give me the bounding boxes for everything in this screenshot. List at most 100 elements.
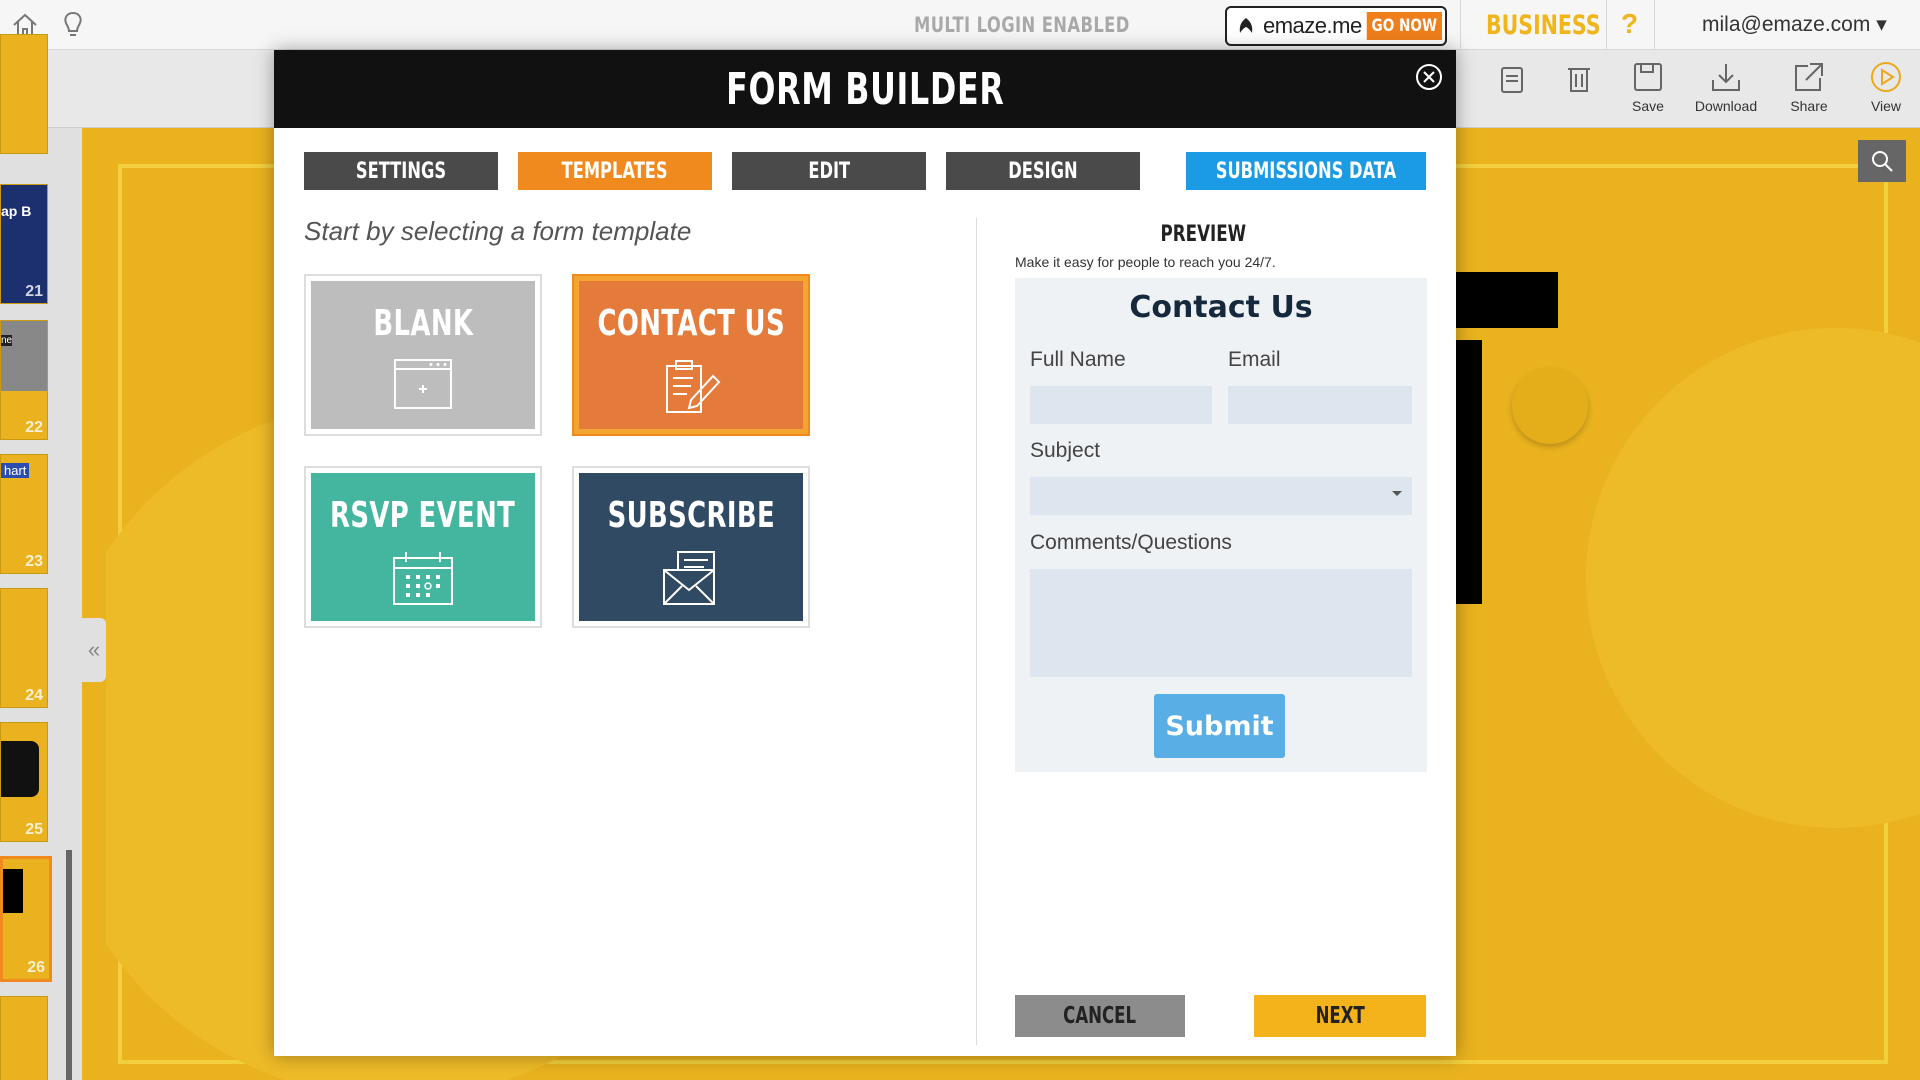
slide-number: 22	[25, 419, 43, 436]
modal-title: FORM BUILDER	[725, 63, 1005, 115]
save-label: Save	[1632, 98, 1664, 114]
magnifier-icon	[1872, 151, 1893, 172]
slide-caption: hart	[1, 463, 30, 478]
play-circle-icon	[1871, 62, 1901, 92]
slide-thumbnail[interactable]: 25	[0, 722, 48, 842]
close-icon	[1423, 71, 1435, 83]
template-card: CONTACT US	[579, 281, 803, 429]
cancel-button[interactable]: CANCEL	[1015, 995, 1185, 1037]
full-name-field	[1030, 386, 1212, 424]
modal-header: FORM BUILDER	[274, 50, 1456, 128]
zoom-button[interactable]	[1858, 140, 1906, 182]
slide-thumbnail[interactable]	[0, 34, 48, 154]
comments-label: Comments/Questions	[1030, 531, 1232, 554]
help-button[interactable]: ?	[1621, 8, 1638, 40]
view-label: View	[1870, 98, 1902, 114]
subject-label: Subject	[1030, 439, 1101, 462]
column-divider	[976, 218, 977, 1045]
share-icon	[1795, 63, 1823, 91]
chevron-down-icon	[1392, 491, 1402, 496]
cancel-label: CANCEL	[1063, 1003, 1137, 1029]
slide-caption: ap B	[1, 203, 32, 219]
tab-label: SETTINGS	[355, 158, 447, 184]
slide-thumbnail[interactable]: ap B 21	[0, 184, 48, 304]
slide-thumbnail[interactable]: hart 23	[0, 454, 48, 574]
share-label: Share	[1790, 98, 1828, 114]
tab-label: TEMPLATES	[561, 158, 669, 184]
tab-label: DESIGN	[1008, 158, 1078, 184]
view-button[interactable]: View	[1846, 60, 1920, 114]
background-circle	[1512, 368, 1588, 444]
slides-panel: ap B 21 ne 22 hart 23 24 25 26	[0, 34, 82, 1080]
form-title: Contact Us	[1129, 290, 1313, 325]
template-card: BLANK	[311, 281, 535, 429]
slide-black-bar	[1446, 272, 1558, 328]
slide-number: 26	[27, 959, 45, 976]
collapse-panel-button[interactable]: «	[82, 618, 106, 682]
lightbulb-icon[interactable]	[56, 8, 90, 42]
go-now-button[interactable]: GO NOW	[1366, 12, 1442, 40]
slide-thumbnail-active[interactable]: 26	[0, 856, 52, 982]
clipboard-pencil-icon	[666, 360, 721, 413]
preview-heading: PREVIEW	[994, 222, 1412, 247]
template-subscribe[interactable]: SUBSCRIBE	[572, 466, 810, 628]
window-plus-icon	[394, 359, 452, 409]
slide-thumbnail[interactable]: ne 22	[0, 320, 48, 440]
template-blank[interactable]: BLANK	[304, 274, 542, 436]
slide-black-bar	[3, 869, 23, 913]
template-label: BLANK	[373, 303, 473, 344]
form-builder-modal: FORM BUILDER SETTINGS TEMPLATES EDIT DES…	[274, 50, 1456, 1056]
email-field	[1228, 386, 1412, 424]
template-card: SUBSCRIBE	[579, 473, 803, 621]
multi-login-label: MULTI LOGIN ENABLED	[914, 13, 1130, 37]
calendar-icon	[393, 552, 453, 605]
emaze-logo: emaze.me	[1263, 13, 1362, 38]
template-label: CONTACT US	[597, 303, 785, 344]
slide-thumbnail[interactable]: 24	[0, 588, 48, 708]
tab-label: EDIT	[808, 158, 850, 184]
template-card: RSVP EVENT	[311, 473, 535, 621]
slide-image	[1, 321, 47, 391]
subject-select	[1030, 477, 1412, 515]
tab-edit[interactable]: EDIT	[732, 152, 926, 190]
template-contact-us[interactable]: CONTACT US	[572, 274, 810, 436]
download-button[interactable]: Download	[1686, 60, 1766, 114]
envelope-icon	[663, 551, 715, 605]
user-menu[interactable]: mila@emaze.com ▾	[1702, 12, 1887, 37]
emaze-leaf-icon	[1239, 18, 1253, 33]
share-button[interactable]: Share	[1769, 60, 1849, 114]
slide-number: 25	[25, 821, 43, 838]
slide-thumbnail[interactable]	[0, 996, 48, 1080]
emaze-me-badge[interactable]: emaze.me GO NOW	[1225, 6, 1447, 46]
tab-settings[interactable]: SETTINGS	[304, 152, 498, 190]
template-label: RSVP EVENT	[330, 495, 516, 536]
save-button[interactable]: Save	[1608, 60, 1688, 114]
template-instructions: Start by selecting a form template	[304, 216, 692, 246]
download-label: Download	[1694, 98, 1758, 114]
template-label: SUBSCRIBE	[607, 495, 775, 536]
trash-icon	[1568, 68, 1590, 92]
delete-button[interactable]	[1539, 60, 1619, 98]
next-button[interactable]: NEXT	[1254, 995, 1426, 1037]
close-button[interactable]	[1416, 64, 1442, 90]
business-plan-label[interactable]: BUSINESS	[1486, 10, 1601, 41]
preview-heading-text: PREVIEW	[1160, 222, 1246, 247]
template-rsvp-event[interactable]: RSVP EVENT	[304, 466, 542, 628]
top-bar: MULTI LOGIN ENABLED emaze.me GO NOW BUSI…	[0, 0, 1920, 50]
tab-submissions-data[interactable]: SUBMISSIONS DATA	[1186, 152, 1426, 190]
submit-button-preview: Submit	[1154, 694, 1285, 758]
slide-number: 24	[25, 687, 43, 704]
next-label: NEXT	[1315, 1003, 1365, 1029]
slides-scrollbar[interactable]	[66, 850, 72, 1080]
tab-design[interactable]: DESIGN	[946, 152, 1140, 190]
download-icon	[1712, 64, 1740, 91]
preview-description: Make it easy for people to reach you 24/…	[1015, 254, 1276, 270]
comments-textarea	[1030, 569, 1412, 677]
slide-device-image	[1, 741, 39, 797]
email-label: Email	[1228, 348, 1281, 371]
tab-templates[interactable]: TEMPLATES	[518, 152, 712, 190]
full-name-label: Full Name	[1030, 348, 1126, 371]
form-preview: Contact Us Full Name Email Subject Comme…	[1015, 278, 1427, 772]
tab-label: SUBMISSIONS DATA	[1215, 158, 1397, 184]
save-icon	[1634, 63, 1662, 91]
